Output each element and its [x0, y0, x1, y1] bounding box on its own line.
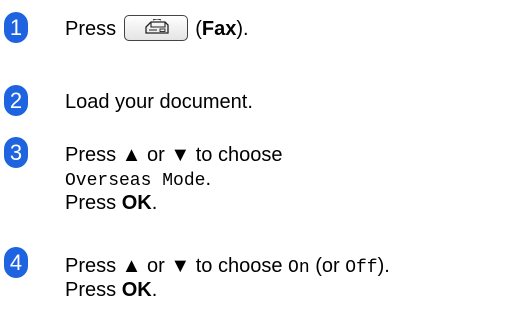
menu-option-off: Off [345, 258, 378, 278]
step-4-line-2: Press OK. [65, 278, 157, 302]
period: . [151, 279, 158, 301]
fax-icon [145, 18, 169, 34]
ok-key-label: OK [121, 192, 152, 214]
or-text: (or [315, 255, 340, 277]
step-2-text: Load your document. [65, 91, 253, 113]
step-number-badge: 3 [4, 137, 28, 168]
step-number-badge: 4 [4, 247, 28, 278]
step-3-line-1: Press ▲ or ▼ to choose [65, 144, 283, 166]
fax-key-button [123, 14, 188, 41]
choose-instruction: Press ▲ or ▼ to choose [65, 255, 283, 277]
paren-close: ). [236, 18, 249, 40]
step-1-text: Press (Fax). [65, 14, 249, 41]
ok-key-label: OK [121, 279, 152, 301]
paren-open: ( [195, 18, 202, 40]
menu-option-on: On [288, 258, 310, 278]
step-3-line-2: Overseas Mode. [65, 167, 211, 193]
fax-key-label: Fax [201, 18, 237, 40]
step-number-badge: 1 [4, 12, 28, 43]
step-4-line-1: Press ▲ or ▼ to choose On (or Off). [65, 254, 390, 280]
menu-option-overseas-mode: Overseas Mode [65, 171, 206, 191]
press-word: Press [65, 18, 117, 40]
press-word: Press [65, 279, 117, 301]
step-number-badge: 2 [4, 85, 28, 116]
period: . [151, 192, 158, 214]
period: . [205, 168, 211, 190]
press-word: Press [65, 192, 117, 214]
close-text: ). [377, 255, 390, 277]
step-3-line-3: Press OK. [65, 191, 157, 215]
